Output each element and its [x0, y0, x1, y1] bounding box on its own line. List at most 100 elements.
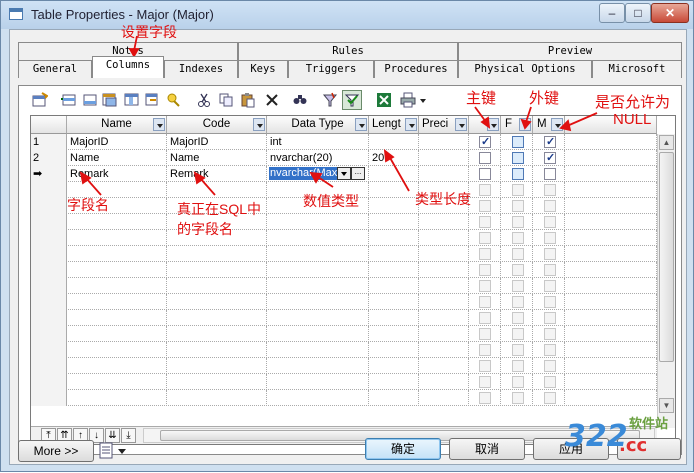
- mandatory-cell[interactable]: [533, 230, 565, 246]
- col-header-primary[interactable]: [469, 116, 501, 134]
- table-row[interactable]: [31, 262, 657, 278]
- primary-key-checkbox[interactable]: [479, 168, 491, 180]
- precision-cell[interactable]: [419, 166, 469, 182]
- primary-key-checkbox[interactable]: [479, 328, 491, 340]
- precision-cell[interactable]: [419, 342, 469, 358]
- table-row[interactable]: [31, 326, 657, 342]
- chevron-down-icon[interactable]: [253, 118, 265, 131]
- primary-key-checkbox[interactable]: [479, 360, 491, 372]
- data-type-cell[interactable]: [267, 326, 369, 342]
- foreign-cell[interactable]: [501, 294, 533, 310]
- foreign-key-checkbox[interactable]: [512, 232, 524, 244]
- mandatory-checkbox[interactable]: [544, 200, 556, 212]
- close-button[interactable]: ✕: [651, 3, 689, 23]
- minimize-button[interactable]: –: [599, 3, 625, 23]
- precision-cell[interactable]: [419, 278, 469, 294]
- print-dropdown-icon[interactable]: [418, 92, 428, 108]
- length-cell[interactable]: [369, 374, 419, 390]
- col-header-precision[interactable]: Preci: [419, 116, 469, 134]
- blank-cell[interactable]: [565, 390, 657, 406]
- primary-key-checkbox[interactable]: [479, 392, 491, 404]
- customize-columns-icon[interactable]: [342, 90, 362, 110]
- delete-icon[interactable]: [264, 92, 280, 108]
- table-row[interactable]: 2 Name Name nvarchar(20) 20: [31, 150, 657, 166]
- primary-key-checkbox[interactable]: [479, 184, 491, 196]
- table-row[interactable]: [31, 374, 657, 390]
- chevron-down-icon[interactable]: [405, 118, 417, 131]
- foreign-cell[interactable]: [501, 342, 533, 358]
- blank-cell[interactable]: [565, 326, 657, 342]
- data-type-cell[interactable]: [267, 262, 369, 278]
- primary-cell[interactable]: [469, 134, 501, 150]
- mandatory-cell[interactable]: [533, 134, 565, 150]
- chevron-down-icon[interactable]: [153, 118, 165, 131]
- foreign-key-checkbox[interactable]: [512, 136, 524, 148]
- foreign-cell[interactable]: [501, 150, 533, 166]
- tab-columns[interactable]: Columns: [92, 56, 164, 78]
- precision-cell[interactable]: [419, 310, 469, 326]
- length-cell[interactable]: [369, 326, 419, 342]
- name-cell[interactable]: Name: [67, 150, 167, 166]
- table-row[interactable]: [31, 390, 657, 406]
- mandatory-cell[interactable]: [533, 262, 565, 278]
- primary-key-checkbox[interactable]: [479, 200, 491, 212]
- foreign-key-checkbox[interactable]: [512, 344, 524, 356]
- foreign-key-checkbox[interactable]: [512, 280, 524, 292]
- mandatory-checkbox[interactable]: [544, 392, 556, 404]
- primary-cell[interactable]: [469, 150, 501, 166]
- foreign-cell[interactable]: [501, 198, 533, 214]
- foreign-key-checkbox[interactable]: [512, 312, 524, 324]
- excel-icon[interactable]: [376, 92, 392, 108]
- primary-cell[interactable]: [469, 310, 501, 326]
- code-cell[interactable]: [167, 182, 267, 198]
- foreign-cell[interactable]: [501, 214, 533, 230]
- length-cell[interactable]: [369, 182, 419, 198]
- mandatory-checkbox[interactable]: [544, 168, 556, 180]
- primary-key-checkbox[interactable]: [479, 216, 491, 228]
- move-down-fast-icon[interactable]: ⇊: [105, 428, 120, 443]
- mandatory-cell[interactable]: [533, 310, 565, 326]
- foreign-key-checkbox[interactable]: [512, 184, 524, 196]
- data-type-cell[interactable]: nvarchar(Max)...: [267, 166, 369, 182]
- code-cell[interactable]: MajorID: [167, 134, 267, 150]
- rules-icon[interactable]: [166, 92, 182, 108]
- data-type-cell[interactable]: [267, 246, 369, 262]
- primary-key-checkbox[interactable]: [479, 376, 491, 388]
- mandatory-checkbox[interactable]: [544, 296, 556, 308]
- data-type-cell[interactable]: [267, 342, 369, 358]
- primary-key-checkbox[interactable]: [479, 232, 491, 244]
- primary-cell[interactable]: [469, 214, 501, 230]
- col-header-name[interactable]: Name: [67, 116, 167, 134]
- primary-cell[interactable]: [469, 278, 501, 294]
- name-cell[interactable]: [67, 278, 167, 294]
- table-row[interactable]: 1 MajorID MajorID int: [31, 134, 657, 150]
- data-type-cell[interactable]: nvarchar(20): [267, 150, 369, 166]
- menu-icon[interactable]: [98, 442, 130, 460]
- length-cell[interactable]: [369, 262, 419, 278]
- precision-cell[interactable]: [419, 134, 469, 150]
- blank-cell[interactable]: [565, 214, 657, 230]
- primary-cell[interactable]: [469, 374, 501, 390]
- tab-general[interactable]: General: [18, 60, 92, 78]
- scroll-down-icon[interactable]: ▼: [659, 398, 674, 413]
- ok-button[interactable]: 确定: [365, 438, 441, 460]
- code-cell[interactable]: [167, 342, 267, 358]
- mandatory-checkbox[interactable]: [544, 216, 556, 228]
- mandatory-checkbox[interactable]: [544, 134, 556, 150]
- table-row[interactable]: [31, 294, 657, 310]
- length-cell[interactable]: [369, 230, 419, 246]
- mandatory-cell[interactable]: [533, 182, 565, 198]
- foreign-cell[interactable]: [501, 326, 533, 342]
- add-column-icon[interactable]: [124, 92, 140, 108]
- name-cell[interactable]: [67, 342, 167, 358]
- code-cell[interactable]: [167, 374, 267, 390]
- code-cell[interactable]: [167, 310, 267, 326]
- primary-cell[interactable]: [469, 262, 501, 278]
- blank-cell[interactable]: [565, 294, 657, 310]
- primary-cell[interactable]: [469, 230, 501, 246]
- foreign-cell[interactable]: [501, 246, 533, 262]
- length-cell[interactable]: [369, 294, 419, 310]
- name-cell[interactable]: [67, 262, 167, 278]
- table-row[interactable]: ➡ Remark Remark nvarchar(Max)...: [31, 166, 657, 182]
- foreign-key-checkbox[interactable]: [512, 152, 524, 164]
